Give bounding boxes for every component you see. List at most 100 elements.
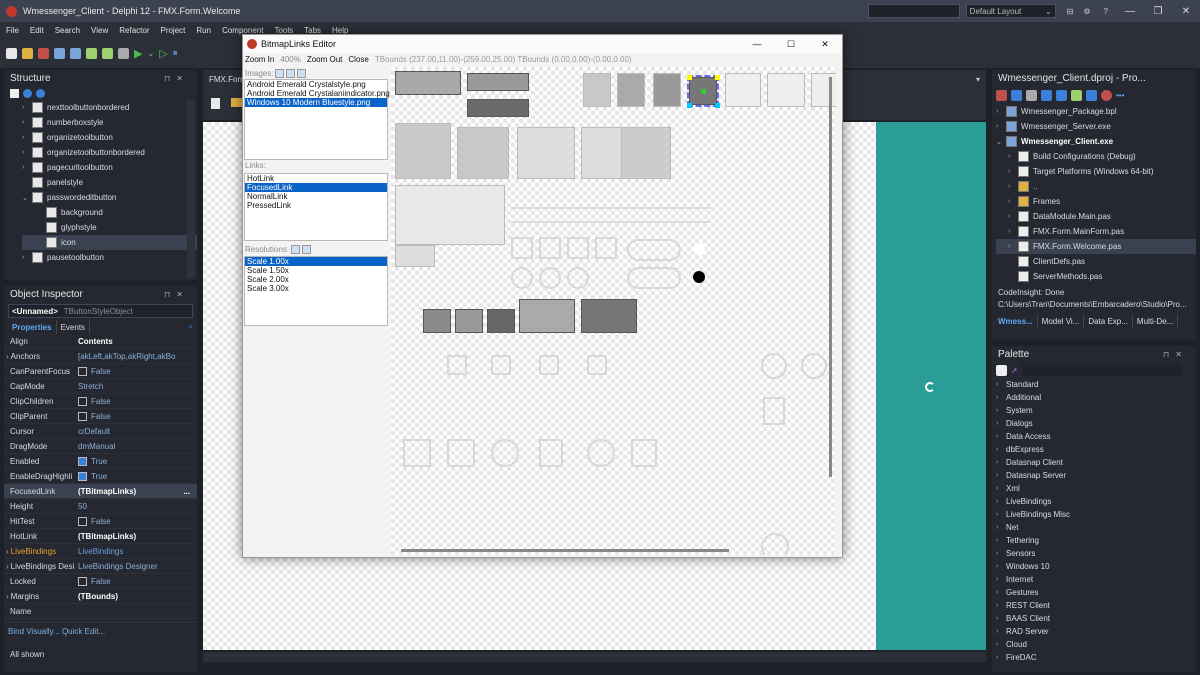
list-item[interactable]: Android Emerald Crystalaniindicator.png [245, 89, 390, 98]
palette-category[interactable]: › Internet [992, 573, 1196, 586]
expand-chevron-icon[interactable]: › [996, 589, 1006, 596]
zoom-out-button[interactable]: Zoom Out [307, 55, 343, 64]
property-row[interactable]: ClipParent False [4, 409, 197, 424]
property-row[interactable]: Locked False [4, 574, 197, 589]
build-icon[interactable] [1101, 89, 1112, 101]
search-icon[interactable]: ⌕ [185, 320, 197, 334]
expand-chevron-icon[interactable]: › [996, 628, 1006, 635]
expand-chevron-icon[interactable]: › [996, 394, 1006, 401]
property-row[interactable]: HotLink (TBitmapLinks) [4, 529, 197, 544]
selection-handle[interactable] [701, 89, 706, 94]
list-item[interactable]: Scale 1.50x [245, 266, 387, 275]
new-node-icon[interactable] [10, 88, 19, 98]
designer-hscroll[interactable] [203, 652, 986, 662]
minimize-button[interactable]: — [1116, 0, 1144, 22]
project-node[interactable]: › Wmessenger_Package.bpl [996, 104, 1196, 119]
preview-hscroll[interactable] [401, 549, 729, 552]
remove-image-icon[interactable] [286, 68, 296, 78]
tab-model-view[interactable]: Model Vi... [1038, 314, 1085, 328]
menu-refactor[interactable]: Refactor [119, 26, 149, 35]
expand-icon[interactable] [1041, 89, 1052, 101]
project-node[interactable]: ServerMethods.pas [996, 269, 1196, 284]
collapse-icon[interactable] [1026, 89, 1037, 101]
property-row[interactable]: Height 50 [4, 499, 197, 514]
links-list[interactable]: HotLink FocusedLink NormalLink PressedLink [244, 173, 388, 241]
palette-category[interactable]: › RAD Server [992, 625, 1196, 638]
palette-category[interactable]: › Dialogs [992, 417, 1196, 430]
list-item[interactable]: Scale 1.00x [245, 257, 387, 266]
checked-checkbox-icon[interactable] [78, 471, 87, 481]
structure-node[interactable]: ⌄ passwordeditbutton [22, 190, 197, 205]
folder-icon[interactable] [231, 98, 242, 107]
tab-dropdown-icon[interactable]: ▾ [976, 75, 980, 84]
project-node[interactable]: › Wmessenger_Server.exe [996, 119, 1196, 134]
selection-handle[interactable] [715, 75, 720, 80]
property-row[interactable]: › LiveBindings LiveBindings [4, 544, 197, 559]
property-row[interactable]: Enabled True [4, 454, 197, 469]
expand-chevron-icon[interactable]: › [996, 433, 1006, 440]
list-item[interactable]: Scale 3.00x [245, 284, 387, 293]
preview-vscroll[interactable] [829, 77, 832, 477]
remove-icon[interactable] [1086, 89, 1097, 101]
property-value[interactable]: False [78, 411, 197, 421]
palette-category[interactable]: › BAAS Client [992, 612, 1196, 625]
resolutions-list[interactable]: Scale 1.00x Scale 1.50x Scale 2.00x Scale 3… [244, 256, 388, 326]
property-value[interactable]: True [78, 471, 197, 481]
images-list[interactable]: Android Emerald Crystalstyle.png Android … [244, 79, 390, 160]
expand-chevron-icon[interactable]: › [996, 641, 1006, 648]
structure-node[interactable]: › pausetoolbutton [22, 250, 197, 265]
search-box[interactable] [867, 4, 960, 18]
expand-chevron-icon[interactable]: › [22, 149, 32, 156]
expand-chevron-icon[interactable]: › [1008, 183, 1018, 190]
expand-chevron-icon[interactable]: › [22, 254, 32, 261]
property-value[interactable]: (TBitmapLinks) [78, 532, 197, 541]
menu-search[interactable]: Search [55, 26, 80, 35]
help-icon[interactable]: ? [1104, 7, 1108, 16]
close-button[interactable]: ✕ [1172, 0, 1200, 22]
list-item[interactable]: Android Emerald Crystalstyle.png [245, 80, 387, 89]
property-value[interactable]: False [78, 516, 197, 526]
expand-chevron-icon[interactable]: › [996, 615, 1006, 622]
expand-chevron-icon[interactable]: › [1008, 198, 1018, 205]
project-node[interactable]: › Target Platforms (Windows 64-bit) [996, 164, 1196, 179]
panel-pin-close-icon[interactable]: ⊓✕ [164, 290, 189, 299]
palette-category[interactable]: › Cloud [992, 638, 1196, 651]
expand-chevron-icon[interactable]: › [996, 602, 1006, 609]
property-value[interactable]: Contents [78, 337, 197, 346]
project-node[interactable]: ⌄ Wmessenger_Client.exe [996, 134, 1196, 149]
palette-category[interactable]: › FireDAC [992, 651, 1196, 664]
property-value[interactable]: LiveBindings [78, 547, 197, 556]
list-item[interactable]: PressedLink [245, 201, 387, 210]
tab-properties[interactable]: Properties [8, 320, 57, 334]
expand-chevron-icon[interactable]: › [996, 123, 1006, 130]
expand-chevron-icon[interactable]: › [22, 104, 32, 111]
dialog-close-button[interactable]: ✕ [808, 39, 842, 50]
expand-chevron-icon[interactable]: › [996, 550, 1006, 557]
project-node[interactable]: › FMX.Form.Welcome.pas [996, 239, 1196, 254]
tab-events[interactable]: Events [57, 320, 91, 334]
move-up-icon[interactable] [23, 88, 32, 98]
structure-node[interactable]: › pagecurltoolbutton [22, 160, 197, 175]
new-file-icon[interactable] [6, 47, 17, 59]
property-value[interactable]: False [78, 576, 197, 586]
expand-chevron-icon[interactable]: › [22, 164, 32, 171]
property-row[interactable]: Align Contents [4, 334, 197, 349]
palette-category[interactable]: › Datasnap Client [992, 456, 1196, 469]
close-link[interactable]: Close [348, 55, 368, 64]
property-row[interactable]: › Anchors [akLeft,akTop,akRight,akBo [4, 349, 197, 364]
open-project-icon[interactable] [38, 47, 49, 59]
sync-icon[interactable] [1011, 89, 1022, 101]
add-image-icon[interactable] [275, 68, 285, 78]
save-all-icon[interactable] [70, 47, 81, 59]
checkbox-icon[interactable] [78, 396, 87, 406]
menu-project[interactable]: Project [160, 26, 185, 35]
structure-scrollbar[interactable] [187, 100, 195, 278]
gear-icon[interactable]: ⚙ [1083, 7, 1090, 16]
checkbox-icon[interactable] [78, 576, 87, 586]
property-row[interactable]: CapMode Stretch [4, 379, 197, 394]
tab-data-explorer[interactable]: Data Exp... [1084, 314, 1133, 328]
expand-chevron-icon[interactable]: › [6, 562, 9, 571]
list-item[interactable]: Scale 2.00x [245, 275, 387, 284]
property-row[interactable]: CanParentFocus False [4, 364, 197, 379]
expand-chevron-icon[interactable]: › [996, 420, 1006, 427]
